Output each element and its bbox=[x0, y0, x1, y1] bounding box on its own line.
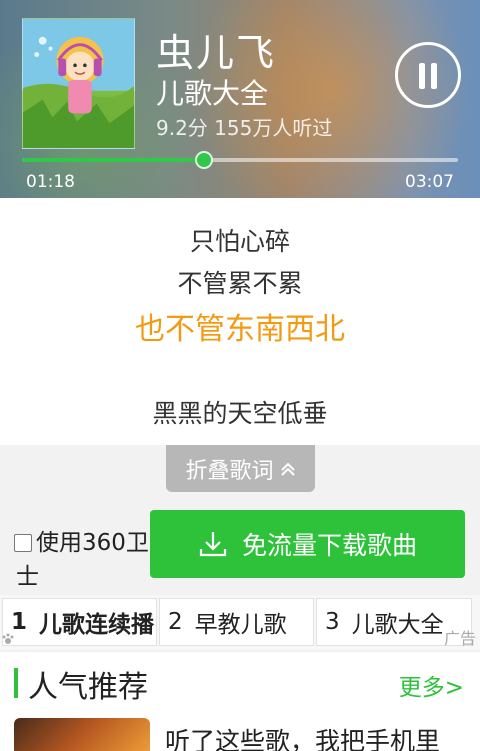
section-title: 人气推荐 bbox=[28, 670, 148, 705]
ad-tab[interactable]: 1 儿歌连续播 bbox=[2, 598, 157, 646]
lyric-line: 不管累不累 bbox=[177, 269, 303, 298]
fold-lyrics-button[interactable]: 折叠歌词 bbox=[166, 445, 315, 492]
pause-button[interactable] bbox=[395, 42, 461, 108]
popular-section: 人气推荐 更多> 听了这些歌，我把手机里 bbox=[0, 652, 480, 751]
song-meta: 9.2分 155万人听过 bbox=[156, 116, 333, 140]
ad-tab-label: 儿歌连续播 bbox=[39, 612, 155, 638]
download-icon bbox=[199, 532, 227, 557]
ad-label: 广告 bbox=[443, 629, 476, 648]
player-header: 虫儿飞 儿歌大全 9.2分 155万人听过 01:18 03:07 bbox=[0, 0, 480, 198]
album-name: 儿歌大全 bbox=[156, 77, 269, 110]
pause-icon bbox=[419, 63, 425, 89]
lyric-line-active: 也不管东南西北 bbox=[135, 312, 345, 347]
use-360-label: 使用360卫 bbox=[36, 530, 149, 556]
current-time: 01:18 bbox=[26, 172, 75, 192]
song-title: 虫儿飞 bbox=[156, 31, 277, 75]
ad-tab-number: 2 bbox=[168, 609, 183, 635]
total-time: 03:07 bbox=[405, 172, 454, 192]
album-cover[interactable] bbox=[22, 18, 135, 149]
chevron-up-icon bbox=[280, 462, 295, 476]
section-accent-bar bbox=[14, 668, 18, 698]
ad-tab[interactable]: 2 早教儿歌 bbox=[159, 598, 314, 646]
ad-banner: 1 儿歌连续播 2 早教儿歌 3 儿歌大全 广告 bbox=[0, 595, 480, 650]
fold-lyrics-label: 折叠歌词 bbox=[185, 458, 274, 484]
lyric-line: 黑黑的天空低垂 bbox=[152, 399, 328, 428]
free-download-button[interactable]: 免流量下载歌曲 bbox=[150, 510, 465, 578]
more-link[interactable]: 更多> bbox=[399, 668, 464, 702]
ad-tab-label: 儿歌大全 bbox=[351, 612, 444, 638]
pause-icon-bar bbox=[431, 63, 437, 89]
ad-tab-number: 3 bbox=[325, 609, 340, 635]
paw-icon bbox=[2, 633, 14, 644]
lyrics-panel: 只怕心碎 不管累不累 也不管东南西北 黑黑的天空低垂 bbox=[0, 198, 480, 445]
recommend-thumbnail[interactable] bbox=[14, 718, 150, 751]
progress-bar[interactable] bbox=[22, 151, 458, 169]
ad-tab-label: 早教儿歌 bbox=[194, 612, 287, 638]
use-360-label-cont: 士 bbox=[16, 564, 39, 588]
ad-tab-number: 1 bbox=[11, 609, 28, 635]
progress-fill bbox=[22, 158, 204, 162]
album-cover-illustration bbox=[23, 19, 134, 148]
free-download-label: 免流量下载歌曲 bbox=[241, 531, 417, 560]
progress-knob[interactable] bbox=[194, 151, 213, 169]
use-360-option[interactable]: 使用360卫 士 bbox=[14, 528, 154, 588]
use-360-checkbox[interactable] bbox=[14, 534, 32, 552]
lyric-line: 只怕心碎 bbox=[189, 227, 290, 256]
recommend-item-title[interactable]: 听了这些歌，我把手机里 bbox=[165, 722, 440, 751]
